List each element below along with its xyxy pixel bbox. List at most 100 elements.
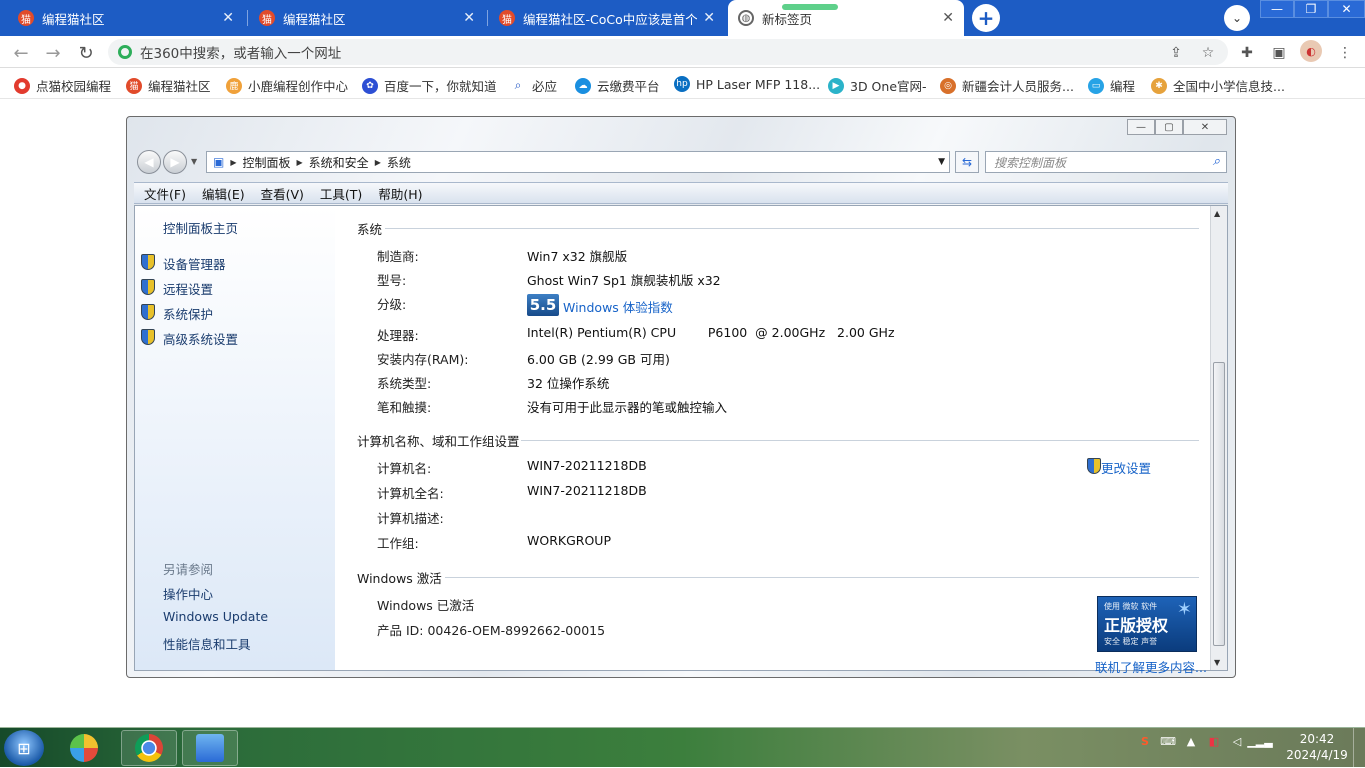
- restore-button[interactable]: ❐: [1294, 0, 1328, 18]
- remote-settings-link[interactable]: 远程设置: [163, 279, 213, 298]
- taskbar: ⊞ S ⌨ ▲ ◧ ◁ ▁▂▃ 20:42 2024/4/19: [0, 727, 1365, 768]
- bookmark-item[interactable]: ▶ 3D One官网-: [828, 76, 927, 95]
- section-divider: [445, 577, 1199, 578]
- search-input[interactable]: 搜索控制面板 ⌕: [985, 151, 1227, 173]
- taskbar-app-photos[interactable]: [56, 730, 112, 766]
- full-computer-name-label: 计算机全名:: [377, 486, 444, 501]
- chevron-down-icon[interactable]: ▼: [938, 157, 945, 167]
- bookmark-label: HP Laser MFP 118...: [696, 76, 821, 92]
- task-pane: 控制面板主页 设备管理器 远程设置 系统保护 高级系统设置 另请参阅 操作中心 …: [135, 206, 335, 670]
- windows-update-link[interactable]: Windows Update: [163, 609, 268, 624]
- menu-edit[interactable]: 编辑(E): [202, 184, 245, 203]
- tab-title: 编程猫社区: [283, 11, 346, 27]
- breadcrumb-item[interactable]: 控制面板: [243, 154, 291, 171]
- tab-2[interactable]: 猫 编程猫社区 ✕: [249, 0, 485, 36]
- activation-status: Windows 已激活: [377, 598, 475, 613]
- bookmark-item[interactable]: ◎ 新疆会计人员服务...: [940, 76, 1074, 95]
- bookmark-item[interactable]: ▭ 编程: [1088, 76, 1135, 95]
- control-panel-icon: ▣: [213, 155, 225, 169]
- scroll-up-icon[interactable]: ▲: [1214, 209, 1220, 218]
- app-icon: [70, 734, 98, 762]
- tab-4-active[interactable]: ◍ 新标签页 ✕: [728, 0, 964, 36]
- close-icon[interactable]: ✕: [942, 10, 954, 26]
- scrollbar-thumb[interactable]: [1213, 362, 1225, 646]
- 360-search-icon: [118, 45, 132, 59]
- tab-list-button[interactable]: ⌄: [1224, 5, 1250, 31]
- system-protection-link[interactable]: 系统保护: [163, 304, 213, 323]
- learn-more-link[interactable]: 联机了解更多内容...: [1095, 657, 1207, 676]
- keyboard-icon[interactable]: ⌨: [1160, 734, 1176, 748]
- volume-muted-icon[interactable]: ◁: [1230, 734, 1244, 748]
- profile-avatar[interactable]: ◐: [1300, 40, 1322, 62]
- forward-button[interactable]: →: [42, 42, 64, 64]
- refresh-button[interactable]: ⇆: [955, 151, 979, 173]
- window-maximize-button[interactable]: ▢: [1155, 119, 1183, 135]
- extensions-icon[interactable]: ✚: [1238, 44, 1256, 62]
- window-close-button[interactable]: ✕: [1183, 119, 1227, 135]
- chrome-icon: [135, 734, 163, 762]
- bookmark-item[interactable]: ✱ 全国中小学信息技...: [1151, 76, 1285, 95]
- bookmark-label: 点猫校园编程: [36, 79, 112, 94]
- tab-1[interactable]: 猫 编程猫社区 ✕: [8, 0, 244, 36]
- menu-tools[interactable]: 工具(T): [320, 184, 362, 203]
- window-minimize-button[interactable]: —: [1127, 119, 1155, 135]
- vertical-scrollbar[interactable]: ▲ ▼: [1210, 206, 1227, 670]
- start-button[interactable]: ⊞: [4, 730, 44, 766]
- sogou-input-icon[interactable]: S: [1138, 734, 1152, 748]
- loading-indicator: [782, 4, 838, 10]
- tab-3[interactable]: 猫 编程猫社区-CoCo中应该是首个支 ✕: [489, 0, 725, 36]
- action-center-link[interactable]: 操作中心: [163, 584, 213, 603]
- breadcrumb[interactable]: ▣ ▶ 控制面板 ▶ 系统和安全 ▶ 系统 ▼: [206, 151, 950, 173]
- tab-title: 新标签页: [762, 11, 813, 27]
- clock[interactable]: 20:42 2024/4/19: [1286, 731, 1348, 763]
- bookmark-item[interactable]: ✿ 百度一下，你就知道: [362, 76, 497, 95]
- performance-tools-link[interactable]: 性能信息和工具: [163, 634, 251, 653]
- history-dropdown-icon[interactable]: ▼: [191, 157, 197, 166]
- new-tab-button[interactable]: +: [972, 4, 1000, 32]
- bookmark-item[interactable]: ☁ 云缴费平台: [575, 76, 660, 95]
- scroll-down-icon[interactable]: ▼: [1214, 658, 1220, 667]
- breadcrumb-item[interactable]: 系统和安全: [309, 154, 369, 171]
- security-icon[interactable]: ◧: [1207, 734, 1221, 748]
- menu-file[interactable]: 文件(F): [144, 184, 186, 203]
- close-icon[interactable]: ✕: [463, 10, 475, 26]
- uac-shield-icon: [141, 304, 157, 320]
- reload-button[interactable]: ↻: [75, 42, 97, 64]
- computer-name-value: WIN7-20211218DB: [527, 458, 647, 473]
- back-button[interactable]: ←: [10, 42, 32, 64]
- share-icon[interactable]: ⇪: [1167, 44, 1185, 62]
- experience-index-score[interactable]: 5.5: [527, 294, 559, 316]
- minimize-button[interactable]: —: [1260, 0, 1294, 18]
- bookmark-item[interactable]: 鹿小鹿编程创作中心: [226, 76, 348, 95]
- bookmark-item[interactable]: 猫编程猫社区: [126, 76, 211, 95]
- change-settings-link[interactable]: 更改设置: [1101, 458, 1151, 477]
- bookmark-item[interactable]: hp HP Laser MFP 118...: [674, 76, 820, 92]
- cloud-icon: ☁: [575, 77, 591, 94]
- tray-expand-icon[interactable]: ▲: [1184, 734, 1198, 748]
- menu-view[interactable]: 查看(V): [261, 184, 304, 203]
- breadcrumb-item[interactable]: 系统: [387, 154, 411, 171]
- close-window-button[interactable]: ✕: [1328, 0, 1365, 18]
- bookmark-star-icon[interactable]: ☆: [1199, 44, 1217, 62]
- tab-separator: [487, 10, 488, 26]
- address-bar[interactable]: 在360中搜索，或者输入一个网址: [108, 39, 1228, 65]
- experience-index-link[interactable]: Windows 体验指数: [563, 297, 673, 316]
- taskbar-app-chrome[interactable]: [121, 730, 177, 766]
- bookmark-item[interactable]: ● 点猫校园编程: [14, 76, 111, 95]
- bookmark-item[interactable]: ⌕ 必应: [510, 76, 557, 95]
- codemao-icon: 猫: [126, 77, 142, 94]
- control-panel-home-link[interactable]: 控制面板主页: [163, 218, 238, 237]
- menu-icon[interactable]: ⋮: [1336, 44, 1354, 62]
- show-desktop-button[interactable]: [1353, 728, 1365, 768]
- device-manager-link[interactable]: 设备管理器: [163, 254, 226, 273]
- taskbar-app-control-panel[interactable]: [182, 730, 238, 766]
- close-icon[interactable]: ✕: [222, 10, 234, 26]
- bookmark-label: 编程猫社区: [148, 79, 211, 94]
- advanced-settings-link[interactable]: 高级系统设置: [163, 329, 238, 348]
- close-icon[interactable]: ✕: [703, 10, 715, 26]
- forward-button[interactable]: ▶: [163, 150, 187, 174]
- sidebar-icon[interactable]: ▣: [1270, 44, 1288, 62]
- back-button[interactable]: ◀: [137, 150, 161, 174]
- menu-help[interactable]: 帮助(H): [378, 184, 422, 203]
- network-signal-icon[interactable]: ▁▂▃: [1247, 734, 1272, 748]
